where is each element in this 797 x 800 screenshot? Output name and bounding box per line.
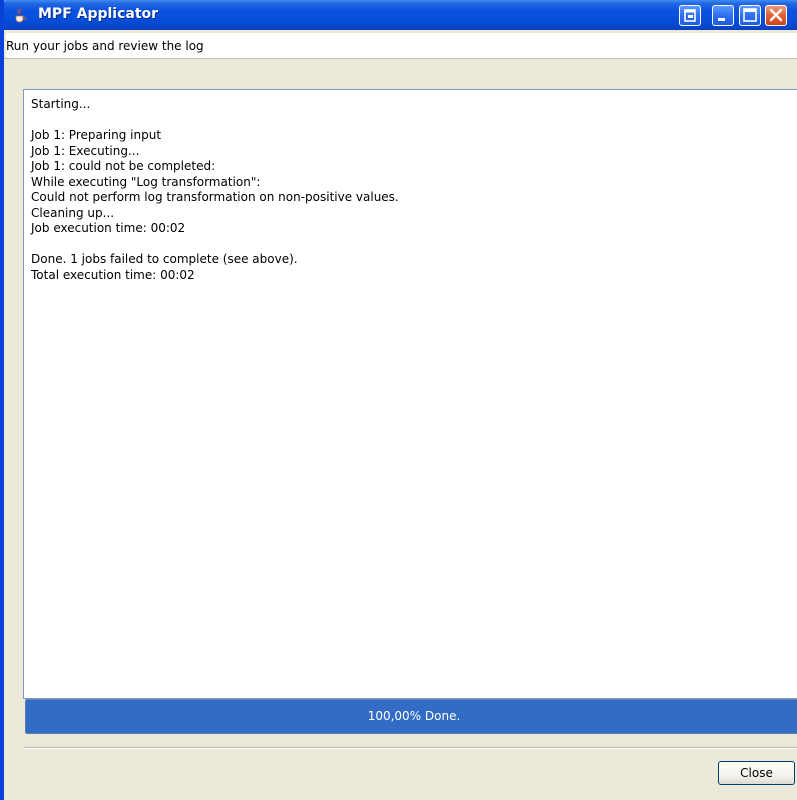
application-window: MPF Applicator Run your jobs and review …	[0, 0, 797, 800]
close-button[interactable]: Close	[718, 761, 795, 785]
log-line: Job 1: Executing...	[31, 143, 140, 158]
header-divider	[4, 58, 797, 59]
log-lines: Starting... Job 1: Preparing input Job 1…	[31, 97, 399, 283]
log-line: Starting...	[31, 97, 91, 111]
dialog-subtitle: Run your jobs and review the log	[6, 33, 797, 59]
log-line	[31, 113, 399, 129]
log-line	[31, 237, 399, 253]
log-line: While executing "Log transformation":	[31, 174, 261, 189]
java-cup-icon	[12, 7, 28, 23]
log-output[interactable]: Starting... Job 1: Preparing input Job 1…	[23, 89, 797, 699]
footer-divider-highlight	[24, 748, 797, 749]
log-line: Job 1: could not be completed:	[31, 159, 216, 173]
log-line: Cleaning up...	[31, 205, 115, 220]
maximize-button[interactable]	[739, 5, 761, 26]
close-window-button[interactable]	[765, 5, 787, 26]
log-line: Done. 1 jobs failed to complete (see abo…	[31, 252, 298, 266]
log-line: Could not perform log transformation on …	[31, 190, 399, 204]
log-line: Job 1: Preparing input	[31, 128, 162, 142]
maximize-alt-button[interactable]	[679, 5, 701, 26]
progress-label: 100,00% Done.	[367, 709, 461, 723]
window-title: MPF Applicator	[38, 6, 159, 22]
log-line: Total execution time: 00:02	[31, 267, 195, 282]
log-line: Job execution time: 00:02	[31, 221, 186, 235]
title-bar[interactable]: MPF Applicator	[4, 0, 797, 30]
progress-bar: 100,00% Done.	[25, 699, 797, 734]
minimize-button[interactable]	[712, 5, 734, 26]
